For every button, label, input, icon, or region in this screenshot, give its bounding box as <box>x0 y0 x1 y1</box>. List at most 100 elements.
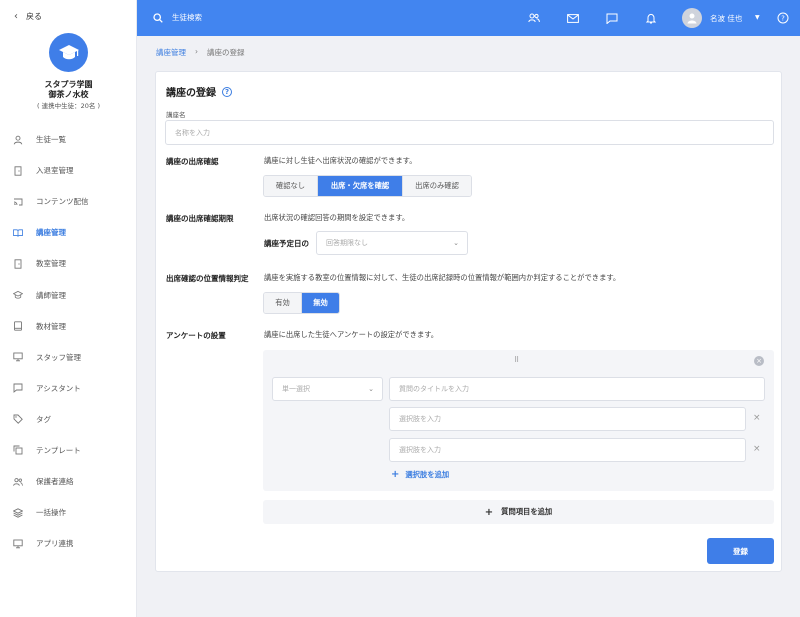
sidebar-item-label: 保護者連絡 <box>36 477 74 487</box>
question-title-input[interactable]: 質問のタイトルを入力 <box>389 377 765 401</box>
sidebar-item[interactable]: アシスタント <box>0 373 137 404</box>
deadline-label: 講座の出席確認期限 <box>166 214 234 223</box>
chevron-down-icon: ⌄ <box>453 239 459 247</box>
breadcrumb-current: 講座の登録 <box>207 48 245 57</box>
location-option-off[interactable]: 無効 <box>301 293 339 313</box>
question-type-value: 単一選択 <box>282 385 310 393</box>
sidebar-item-label: アシスタント <box>36 383 81 393</box>
book-open-icon <box>13 228 23 238</box>
deadline-sub-label: 講座予定日の <box>264 239 309 248</box>
location-option-on[interactable]: 有効 <box>264 293 301 313</box>
question-type-select[interactable]: 単一選択 ⌄ <box>272 377 383 401</box>
sidebar-item[interactable]: アプリ連携 <box>0 528 137 559</box>
breadcrumb: 講座管理 › 講座の登録 <box>156 47 245 58</box>
sidebar-item-label: コンテンツ配信 <box>36 197 89 207</box>
drag-handle-icon[interactable]: ⠿ <box>514 356 520 364</box>
course-name-input[interactable]: 名称を入力 <box>165 120 774 145</box>
sidebar-item-label: テンプレート <box>36 445 81 455</box>
back-link[interactable]: ‹ 戻る <box>14 11 42 22</box>
search-box[interactable]: 生徒検索 <box>153 12 202 23</box>
remove-question-icon[interactable]: × <box>754 356 764 366</box>
sidebar-item[interactable]: 生徒一覧 <box>0 124 137 155</box>
sidebar-item-label: タグ <box>36 414 51 424</box>
book-icon <box>13 321 23 331</box>
people-icon <box>13 477 23 487</box>
option-input[interactable]: 選択肢を入力 <box>389 407 746 431</box>
sidebar-item-label: 入退室管理 <box>36 166 74 176</box>
deadline-select[interactable]: 回答期限なし ⌄ <box>316 231 468 255</box>
remove-option-icon[interactable]: × <box>753 413 761 423</box>
sidebar-item-label: 一括操作 <box>36 508 66 518</box>
attendance-segment: 確認なし 出席・欠席を確認 出席のみ確認 <box>263 175 472 197</box>
mail-icon[interactable] <box>567 12 579 24</box>
sidebar-item[interactable]: 入退室管理 <box>0 155 137 186</box>
avatar[interactable] <box>682 8 702 28</box>
location-label: 出席確認の位置情報判定 <box>166 274 249 283</box>
add-option-button[interactable]: + 選択肢を追加 <box>391 469 449 480</box>
layers-icon <box>13 507 23 518</box>
sidebar-item-label: スタッフ管理 <box>36 352 81 362</box>
copy-icon <box>13 445 23 455</box>
survey-question-block: ⠿ × 単一選択 ⌄ 質問のタイトルを入力 選択肢を入力 × 選択肢を入力 × … <box>263 350 774 491</box>
sidebar-item[interactable]: 講師管理 <box>0 279 137 310</box>
sidebar-item[interactable]: スタッフ管理 <box>0 342 137 373</box>
sidebar-item[interactable]: 教室管理 <box>0 248 137 279</box>
sidebar-item[interactable]: タグ <box>0 404 137 435</box>
add-question-label: 質問項目を追加 <box>501 507 553 516</box>
search-icon <box>153 12 163 23</box>
attendance-option-none[interactable]: 確認なし <box>264 176 317 196</box>
sidebar-item-label: 講師管理 <box>36 290 66 300</box>
sidebar-item[interactable]: コンテンツ配信 <box>0 186 137 217</box>
plus-icon: + <box>484 506 494 518</box>
page-title-text: 講座の登録 <box>166 88 216 99</box>
breadcrumb-parent[interactable]: 講座管理 <box>156 47 186 58</box>
graduation-cap-icon <box>13 290 23 300</box>
school-branch: 御茶ノ水校 <box>48 90 89 99</box>
sidebar-item[interactable]: 保護者連絡 <box>0 466 137 497</box>
register-button[interactable]: 登録 <box>707 538 774 564</box>
user-name[interactable]: 名波 佳也 <box>710 13 742 24</box>
top-header: 生徒検索 名波 佳也 ▼ ? <box>137 0 800 36</box>
course-name-label: 講座名 <box>166 111 186 119</box>
tag-icon <box>13 414 23 425</box>
school-info: スタプラ学園 御茶ノ水校 ( 連携中生徒：20名 ) <box>0 80 137 111</box>
sidebar-nav: 生徒一覧入退室管理コンテンツ配信 講座管理教室管理講師管理教材管理スタッフ管理 アシ… <box>0 124 137 559</box>
chat-icon <box>13 383 23 394</box>
option-input[interactable]: 選択肢を入力 <box>389 438 746 462</box>
add-question-button[interactable]: + 質問項目を追加 <box>263 500 774 524</box>
sidebar-item-label: 教室管理 <box>36 259 66 269</box>
sidebar-item-label: 生徒一覧 <box>36 135 66 145</box>
breadcrumb-separator: › <box>195 47 198 56</box>
cast-icon <box>13 197 23 207</box>
sidebar-item[interactable]: 教材管理 <box>0 311 137 342</box>
door-icon <box>13 259 23 269</box>
add-option-label: 選択肢を追加 <box>405 469 450 479</box>
location-desc: 講座を実施する教室の位置情報に対して、生徒の出席記録時の位置情報が範囲内か判定す… <box>264 273 621 282</box>
school-logo <box>49 33 88 72</box>
back-label: 戻る <box>26 12 42 21</box>
caret-down-icon[interactable]: ▼ <box>755 14 760 21</box>
sidebar-item-label: 講座管理 <box>36 228 66 238</box>
sidebar-item[interactable]: テンプレート <box>0 435 137 466</box>
attendance-option-present[interactable]: 出席のみ確認 <box>402 176 471 196</box>
help-icon[interactable]: ? <box>777 12 789 24</box>
search-placeholder: 生徒検索 <box>172 13 202 22</box>
location-segment: 有効 無効 <box>263 292 340 314</box>
sidebar-item-label: アプリ連携 <box>36 539 74 549</box>
attendance-option-both[interactable]: 出席・欠席を確認 <box>317 176 402 196</box>
monitor-icon <box>13 352 23 362</box>
sidebar-item[interactable]: 一括操作 <box>0 497 137 528</box>
sidebar: ‹ 戻る スタプラ学園 御茶ノ水校 ( 連携中生徒：20名 ) 生徒一覧入退室管… <box>0 0 137 617</box>
sidebar-item[interactable]: 講座管理 <box>0 217 137 248</box>
page-title: 講座の登録 ? <box>166 84 232 99</box>
door-icon <box>13 165 23 176</box>
sidebar-item-label: 教材管理 <box>36 321 66 331</box>
remove-option-icon[interactable]: × <box>753 444 761 454</box>
users-icon[interactable] <box>528 12 540 24</box>
attendance-desc: 講座に対し生徒へ出席状況の確認ができます。 <box>264 156 417 165</box>
survey-desc: 講座に出席した生徒へアンケートの設定ができます。 <box>264 330 439 339</box>
bell-icon[interactable] <box>645 12 657 24</box>
help-icon[interactable]: ? <box>222 86 232 97</box>
deadline-desc: 出席状況の確認回答の期間を設定できます。 <box>264 213 410 222</box>
chat-icon[interactable] <box>606 12 618 24</box>
